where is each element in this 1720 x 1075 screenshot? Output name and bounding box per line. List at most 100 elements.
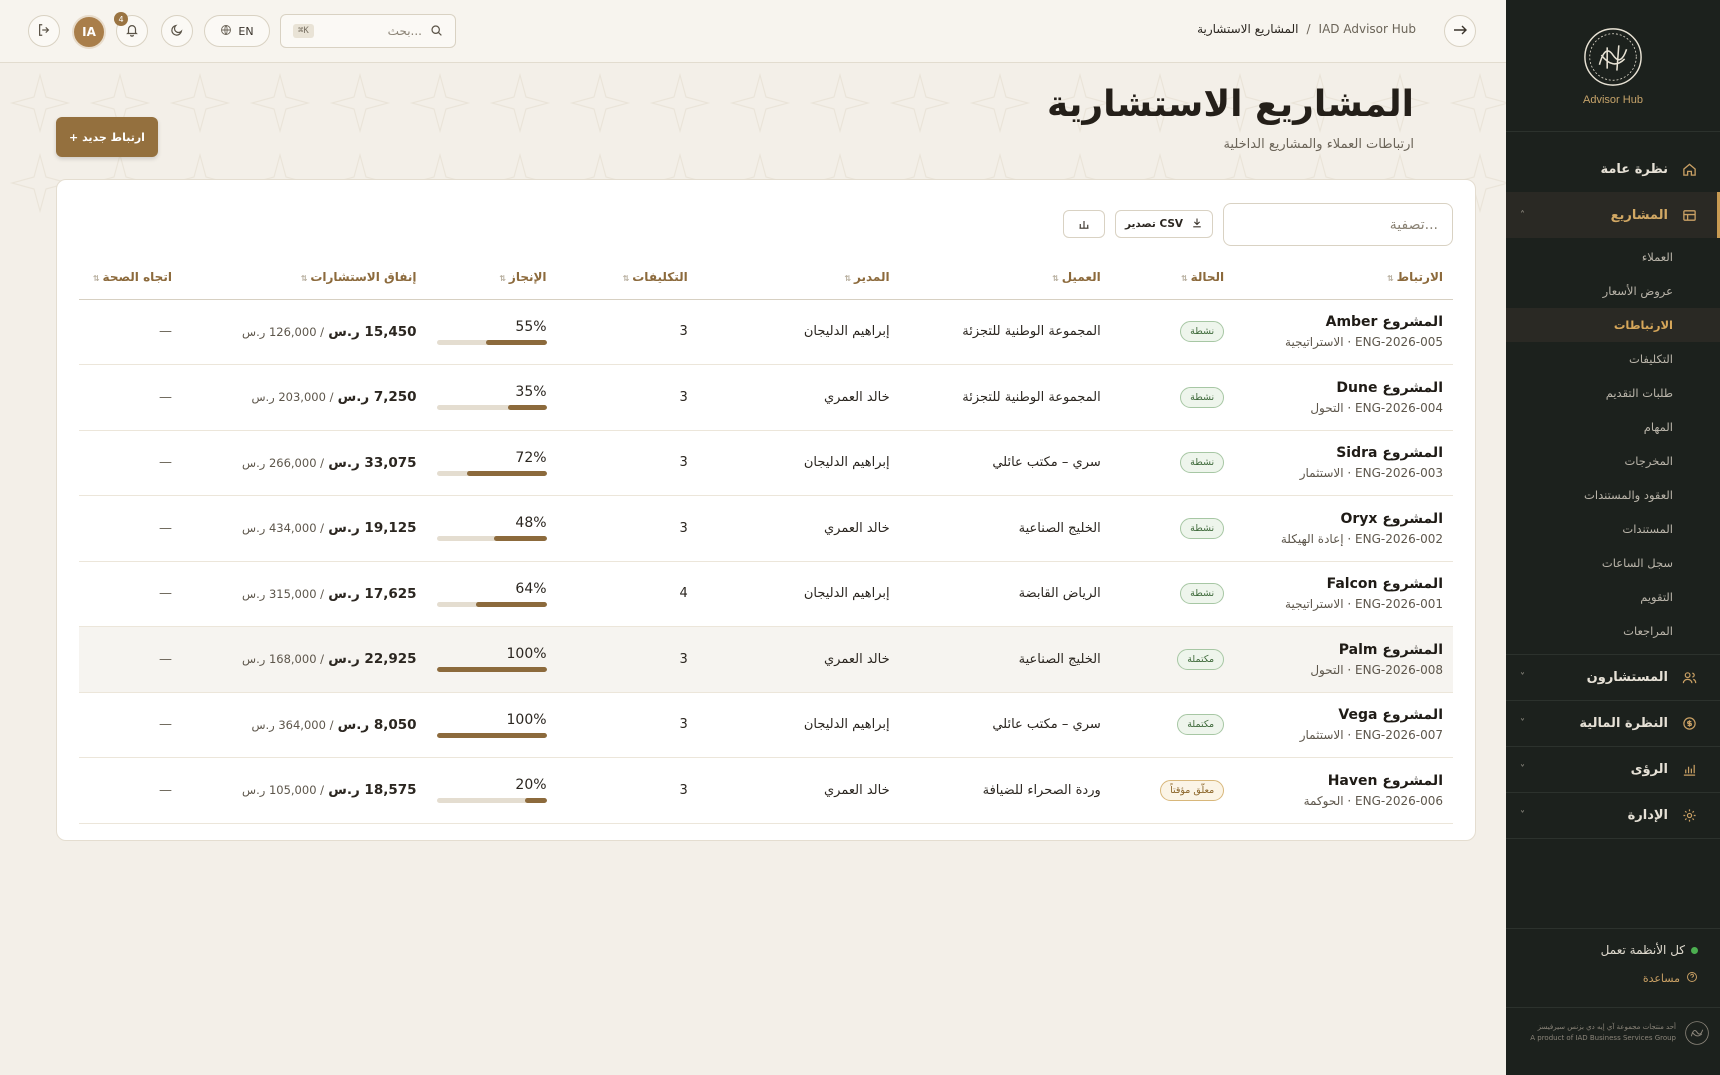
bar-chart-icon [1078,215,1090,234]
export-csv-label: تصدير CSV [1124,218,1184,230]
column-header-label: الإنجاز [508,269,547,284]
engagement-cell: المشروع Falcon ENG-2026-001 · الاستراتيجي… [1234,561,1453,627]
column-header[interactable]: التكليفات ⇅ [556,255,698,300]
search-input[interactable]: بحث... [322,24,422,38]
health-trend-cell: — [79,692,182,758]
engagement-meta: ENG-2026-001 · الاستراتيجية [1285,597,1443,612]
help-link[interactable]: مساعدة [1520,971,1698,986]
engagement-name[interactable]: المشروع Amber [1244,314,1443,330]
sidebar-subitem[interactable]: سجل الساعات [1506,546,1720,580]
chevron-down-icon: ˅ [1520,672,1525,683]
assignments-cell: 3 [556,495,698,562]
status-badge: مكتملة [1177,648,1225,670]
health-trend-cell: — [79,561,182,627]
engagement-cell: المشروع Sidra ENG-2026-003 · الاستثمار [1234,430,1453,496]
avatar[interactable]: IA [72,15,106,49]
column-header[interactable]: المدير ⇅ [697,255,900,300]
sidebar-subitem[interactable]: عروض الأسعار [1506,274,1720,308]
column-header[interactable]: العميل ⇅ [899,255,1111,300]
sidebar-subitem[interactable]: الارتباطات [1506,308,1720,342]
sidebar-toggle-button[interactable] [1444,15,1476,47]
sidebar-item-overview[interactable]: نظرة عامة [1506,146,1720,192]
brand: Advisor Hub [1506,0,1720,132]
system-status: كل الأنظمة تعمل مساعدة [1506,928,1720,986]
engagement-name[interactable]: المشروع Palm [1244,642,1443,658]
footer-text-ar: أحد منتجات مجموعة آي إيه دي بزنس سيرفيسز [1537,1023,1676,1031]
progress-bar [436,732,547,738]
sort-icon: ⇅ [622,273,633,283]
sidebar-subitem[interactable]: المخرجات [1506,444,1720,478]
table-row[interactable]: المشروع Sidra ENG-2026-003 · الاستثمار نشط… [79,430,1453,496]
iad-small-logo [1685,1021,1709,1045]
column-header[interactable]: الارتباط ⇅ [1234,255,1453,300]
progress-value: 72% [515,449,547,466]
table-row[interactable]: المشروع Dune ENG-2026-004 · التحول نشطة الم… [79,364,1453,431]
sidebar-group-users[interactable]: المستشارون ˅ [1506,655,1720,701]
progress-fill [524,798,547,804]
engagement-meta: ENG-2026-004 · التحول [1310,400,1443,415]
sidebar-subitem[interactable]: المراجعات [1506,614,1720,648]
progress-cell: 72% [426,430,557,496]
column-header[interactable]: اتجاه الصحة ⇅ [79,255,182,300]
iad-logo [1584,27,1642,86]
sidebar-subitem[interactable]: المستندات [1506,512,1720,546]
sidebar-subitem[interactable]: المهام [1506,410,1720,444]
engagement-name[interactable]: المشروع Dune [1244,380,1443,396]
sidebar-group-finance[interactable]: النظرة المالية ˅ [1506,701,1720,747]
globe-icon [220,24,232,39]
finance-icon [1680,715,1698,733]
table-row[interactable]: المشروع Palm ENG-2026-008 · التحول مكتملة ا… [79,626,1453,693]
status-cell: نشطة [1110,495,1235,562]
sidebar-group-insights[interactable]: الرؤى ˅ [1506,747,1720,793]
table-row[interactable]: المشروع Vega ENG-2026-007 · الاستثمار مكتم… [79,692,1453,758]
spend-cell: 7,250 ر.س / 203,000 ر.س [181,364,427,431]
column-header[interactable]: إنفاق الاستشارات ⇅ [181,255,427,300]
sidebar-subitem[interactable]: طلبات التقديم [1506,376,1720,410]
status-cell: نشطة [1110,561,1235,627]
engagement-name[interactable]: المشروع Haven [1244,773,1443,789]
sidebar-group-admin[interactable]: الإدارة ˅ [1506,793,1720,839]
progress-value: 48% [515,515,547,532]
column-header[interactable]: الإنجاز ⇅ [426,255,557,300]
engagement-name[interactable]: المشروع Falcon [1244,576,1443,592]
new-engagement-button[interactable]: + ارتباط جديد [56,117,158,157]
column-header[interactable]: الحالة ⇅ [1110,255,1235,300]
budget-value: / 364,000 ر.س [251,717,334,732]
sidebar-subitem[interactable]: التكليفات [1506,342,1720,376]
progress-bar [436,601,547,607]
sidebar-subitem[interactable]: التقويم [1506,580,1720,614]
breadcrumb-separator: / [1306,22,1311,36]
logout-button[interactable] [28,15,60,47]
spend-cell: 33,075 ر.س / 266,000 ر.س [181,430,427,496]
engagement-meta: ENG-2026-008 · التحول [1310,662,1443,677]
sidebar-subitem[interactable]: العقود والمستندات [1506,478,1720,512]
progress-bar [436,667,547,673]
engagement-name[interactable]: المشروع Sidra [1244,445,1443,461]
column-header-label: الحالة [1190,269,1225,284]
breadcrumb-root[interactable]: IAD Advisor Hub [1319,22,1416,36]
sidebar-subitem[interactable]: العملاء [1506,240,1720,274]
filter-input[interactable]: تصفية... [1223,203,1453,246]
sidebar-item-projects[interactable]: المشاريع ˄ [1506,192,1720,238]
engagement-name[interactable]: المشروع Oryx [1244,511,1443,527]
chart-view-button[interactable] [1063,210,1105,238]
table-row[interactable]: المشروع Amber ENG-2026-005 · الاستراتيجية… [79,299,1453,365]
help-icon [1686,971,1698,986]
sort-icon: ⇅ [499,273,509,283]
spend-cell: 15,450 ر.س / 126,000 ر.س [181,299,427,365]
progress-bar [436,405,547,411]
theme-toggle-button[interactable] [161,15,193,47]
engagement-name[interactable]: المشروع Vega [1244,707,1443,723]
table-row[interactable]: المشروع Falcon ENG-2026-001 · الاستراتيجي… [79,561,1453,627]
language-switch-button[interactable]: EN [204,15,270,47]
status-cell: نشطة [1110,430,1235,496]
progress-bar [436,339,547,345]
engagement-cell: المشروع Vega ENG-2026-007 · الاستثمار [1234,692,1453,758]
export-csv-button[interactable]: تصدير CSV [1115,210,1213,238]
global-search[interactable]: ⌘K بحث... [280,14,456,48]
table-row[interactable]: المشروع Haven ENG-2026-006 · الحوكمة معلّق… [79,757,1453,824]
progress-fill [493,536,547,542]
status-cell: نشطة [1110,364,1235,431]
assignments-cell: 3 [556,692,698,758]
table-row[interactable]: المشروع Oryx ENG-2026-002 · إعادة الهيكلة… [79,495,1453,562]
